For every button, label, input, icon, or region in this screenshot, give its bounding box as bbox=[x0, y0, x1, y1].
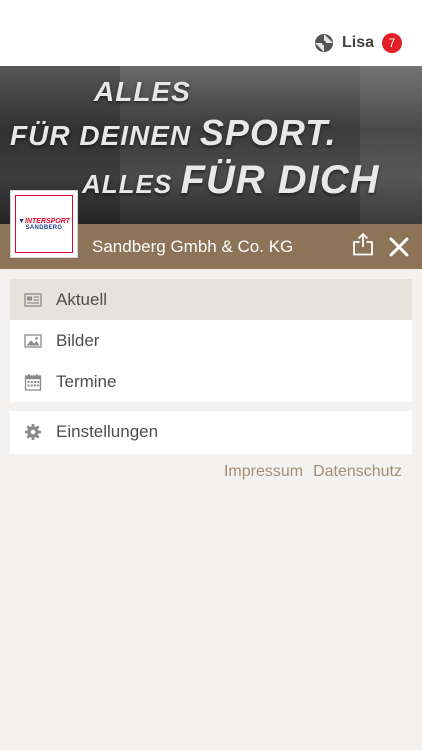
close-icon[interactable] bbox=[388, 236, 410, 258]
newspaper-icon bbox=[24, 293, 42, 307]
gear-icon bbox=[25, 424, 41, 440]
logo-mark: ▼ bbox=[18, 217, 25, 225]
hero-text-part: SPORT. bbox=[199, 112, 337, 153]
hero-text-part: ALLES bbox=[82, 169, 181, 199]
logo-frame: ▼INTERSPORT SANDBERG bbox=[15, 195, 73, 253]
app-logo-icon bbox=[314, 34, 333, 52]
impressum-link[interactable]: Impressum bbox=[224, 463, 303, 480]
menu-item-einstellungen[interactable]: Einstellungen bbox=[10, 411, 412, 452]
logo-text: ▼INTERSPORT bbox=[18, 218, 70, 225]
hero-text-part: FÜR DEINEN bbox=[10, 120, 200, 151]
top-bar: Lisa 7 bbox=[0, 0, 422, 66]
calendar-icon bbox=[24, 374, 42, 391]
logo-subtext: SANDBERG bbox=[25, 224, 63, 231]
menu-item-label: Bilder bbox=[56, 330, 100, 350]
menu-item-label: Termine bbox=[56, 371, 117, 391]
main-menu: Aktuell Bilder Termine bbox=[10, 279, 412, 402]
menu-item-termine[interactable]: Termine bbox=[10, 361, 412, 402]
hero-text-part: FÜR DICH bbox=[180, 158, 380, 202]
menu-item-label: Einstellungen bbox=[56, 421, 159, 441]
datenschutz-link[interactable]: Datenschutz bbox=[313, 463, 402, 480]
settings-menu: Einstellungen bbox=[10, 411, 412, 454]
notification-badge[interactable]: 7 bbox=[382, 33, 402, 53]
share-icon[interactable] bbox=[352, 232, 374, 256]
user-name[interactable]: Lisa bbox=[342, 34, 374, 52]
menu-item-label: Aktuell bbox=[56, 289, 108, 309]
company-name: Sandberg Gmbh & Co. KG bbox=[92, 237, 294, 256]
hero-text-line: FÜR DEINEN SPORT. bbox=[10, 112, 337, 154]
user-menu[interactable]: Lisa 7 bbox=[314, 32, 402, 54]
menu-item-aktuell[interactable]: Aktuell bbox=[10, 279, 412, 320]
logo-wordmark: INTERSPORT bbox=[24, 217, 70, 225]
company-logo: ▼INTERSPORT SANDBERG bbox=[10, 190, 78, 258]
hero-text-line: ALLES FÜR DICH bbox=[82, 158, 380, 203]
hero-text-line: ALLES bbox=[94, 76, 191, 107]
footer-links: Impressum Datenschutz bbox=[0, 463, 402, 481]
menu-item-bilder[interactable]: Bilder bbox=[10, 320, 412, 361]
image-icon bbox=[24, 334, 42, 348]
